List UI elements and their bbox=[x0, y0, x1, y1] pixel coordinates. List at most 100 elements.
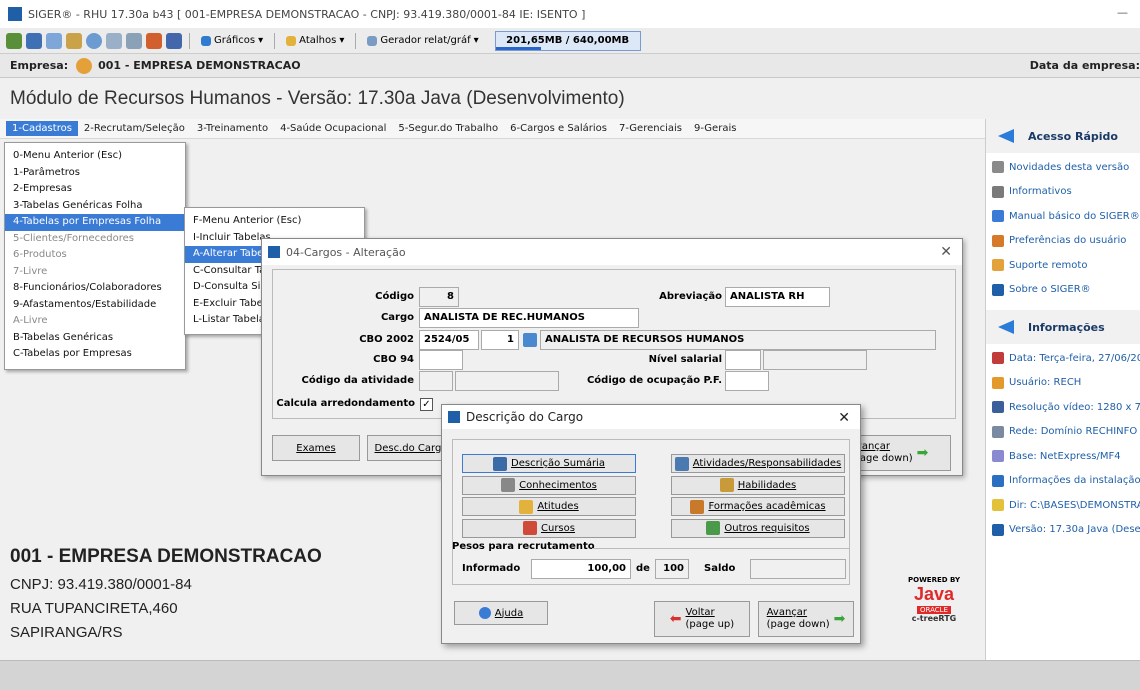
informacoes-item[interactable]: Rede: Domínio RECHINFO ( bbox=[986, 420, 1140, 445]
report-icon bbox=[367, 35, 378, 46]
saldo-field bbox=[750, 559, 846, 579]
tree-icon[interactable] bbox=[46, 32, 62, 49]
voltar-label: Voltar bbox=[685, 607, 715, 618]
cargo-field[interactable]: ANALISTA DE REC.HUMANOS bbox=[419, 308, 639, 328]
codigo-atividade-field[interactable] bbox=[419, 371, 453, 391]
informacoes-item[interactable]: Informações da instalação/a bbox=[986, 469, 1140, 494]
descricao-right-button-1[interactable]: Habilidades bbox=[671, 475, 845, 495]
cadastros-menu-item[interactable]: A-Livre bbox=[5, 313, 185, 330]
empresa-bar: Empresa: 001 - EMPRESA DEMONSTRACAO Data… bbox=[0, 54, 1140, 78]
cadastros-menu-item[interactable]: 8-Funcionários/Colaboradores bbox=[5, 280, 185, 297]
ajuda-button[interactable]: Ajuda bbox=[454, 601, 548, 625]
cadastros-menu-item[interactable]: 4-Tabelas por Empresas Folha bbox=[5, 214, 185, 231]
chat-icon[interactable] bbox=[126, 32, 142, 49]
cadastros-menu-item[interactable]: C-Tabelas por Empresas bbox=[5, 346, 185, 363]
gerador-button[interactable]: Gerador relat/gráf ▾ bbox=[363, 35, 482, 46]
cadastros-menu-item[interactable]: 9-Afastamentos/Estabilidade bbox=[5, 297, 185, 314]
cadastros-menu-item[interactable]: 0-Menu Anterior (Esc) bbox=[5, 148, 185, 165]
close-icon[interactable]: ✕ bbox=[940, 244, 952, 260]
minimize-button[interactable]: — bbox=[1117, 6, 1128, 19]
abreviacao-label: Abreviação bbox=[659, 291, 722, 302]
informado-field[interactable]: 100,00 bbox=[531, 559, 631, 579]
acesso-rapido-item[interactable]: Novidades desta versão bbox=[986, 155, 1140, 180]
acesso-rapido-item-label: Novidades desta versão bbox=[1009, 161, 1130, 173]
nivel-salarial-field[interactable] bbox=[725, 350, 761, 370]
informacoes-item-label: Usuário: RECH bbox=[1009, 377, 1082, 389]
descricao-left-button-3[interactable]: Cursos bbox=[462, 518, 636, 538]
menu-3[interactable]: 3-Treinamento bbox=[191, 121, 274, 136]
empresa-value: 001 - EMPRESA DEMONSTRACAO bbox=[98, 59, 301, 72]
descricao-left-button-0[interactable]: Descrição Sumária bbox=[462, 454, 636, 473]
informacoes-item[interactable]: Versão: 17.30a Java (Desen bbox=[986, 518, 1140, 543]
cadastros-menu-item[interactable]: B-Tabelas Genéricas bbox=[5, 330, 185, 347]
abreviacao-field[interactable]: ANALISTA RH bbox=[725, 287, 830, 307]
info-icon[interactable] bbox=[166, 32, 182, 49]
informacoes-header[interactable]: Informações bbox=[986, 310, 1140, 344]
informacoes-item[interactable]: Usuário: RECH bbox=[986, 371, 1140, 396]
menu-5[interactable]: 5-Segur.do Trabalho bbox=[392, 121, 504, 136]
users-icon[interactable] bbox=[146, 32, 162, 49]
acesso-rapido-item[interactable]: Sobre o SIGER® bbox=[986, 278, 1140, 303]
grid-icon[interactable] bbox=[66, 32, 82, 49]
exames-button[interactable]: Exames bbox=[272, 435, 360, 461]
descricao-left-button-label: Atitudes bbox=[537, 501, 579, 512]
menu-2[interactable]: 2-Recrutam/Seleção bbox=[78, 121, 191, 136]
cbo2002-field[interactable]: 2524/05 bbox=[419, 330, 479, 350]
acesso-rapido-item[interactable]: Informativos bbox=[986, 180, 1140, 205]
menu-7[interactable]: 7-Gerenciais bbox=[613, 121, 688, 136]
voltar-button[interactable]: ⬅ Voltar (page up) bbox=[654, 601, 750, 637]
search-icon[interactable] bbox=[523, 333, 537, 347]
de-field: 100 bbox=[655, 559, 689, 579]
acesso-rapido-item[interactable]: Suporte remoto bbox=[986, 253, 1140, 278]
informacoes-item[interactable]: Base: NetExpress/MF4 bbox=[986, 444, 1140, 469]
right-panel: Acesso Rápido Novidades desta versão Info… bbox=[985, 119, 1140, 660]
memory-bar bbox=[495, 46, 541, 50]
atalhos-button[interactable]: Atalhos ▾ bbox=[282, 35, 348, 46]
cadastros-menu-item[interactable]: 1-Parâmetros bbox=[5, 165, 185, 182]
acesso-rapido-list: Novidades desta versão Informativos Manual… bbox=[986, 153, 1140, 302]
cbo94-field[interactable] bbox=[419, 350, 463, 370]
close-icon[interactable]: ✕ bbox=[838, 410, 850, 426]
globe-icon[interactable] bbox=[86, 32, 102, 49]
acesso-rapido-item[interactable]: Preferências do usuário bbox=[986, 229, 1140, 254]
descricao-right-button-0[interactable]: Atividades/Responsabilidades bbox=[671, 454, 845, 473]
informacoes-title: Informações bbox=[1028, 320, 1105, 334]
cadastros-menu-item[interactable]: 6-Produtos bbox=[5, 247, 185, 264]
cadastros-menu-item[interactable]: 3-Tabelas Genéricas Folha bbox=[5, 198, 185, 215]
voltar-text: Voltar (page up) bbox=[686, 607, 735, 631]
calcula-arredondamento-checkbox[interactable]: ✓ bbox=[420, 398, 433, 411]
back-icon[interactable] bbox=[6, 32, 22, 49]
menu-1[interactable]: 1-Cadastros bbox=[6, 121, 78, 136]
window-title: SIGER® - RHU 17.30a b43 [ 001-EMPRESA DE… bbox=[28, 7, 586, 21]
arrow-left-icon bbox=[998, 129, 1014, 143]
descricao-left-button-1[interactable]: Conhecimentos bbox=[462, 475, 636, 495]
tabelas-menu-item[interactable]: F-Menu Anterior (Esc) bbox=[185, 213, 364, 230]
arrow-left-icon: ⬅ bbox=[669, 611, 682, 627]
cbo2002-seq-field[interactable]: 1 bbox=[481, 330, 519, 350]
cadastros-menu-item[interactable]: 7-Livre bbox=[5, 264, 185, 281]
menu-8[interactable]: 9-Gerais bbox=[688, 121, 742, 136]
codigo-ocupacao-field[interactable] bbox=[725, 371, 769, 391]
codigo-field[interactable]: 8 bbox=[419, 287, 459, 307]
graficos-button[interactable]: Gráficos ▾ bbox=[197, 35, 267, 46]
calcula-arredondamento-label: Calcula arredondamento bbox=[276, 398, 415, 409]
avancar-button[interactable]: Avançar (page down) ➡ bbox=[758, 601, 854, 637]
save-icon[interactable] bbox=[26, 32, 42, 49]
cadastros-menu-item[interactable]: 5-Clientes/Fornecedores bbox=[5, 231, 185, 248]
informacoes-item[interactable]: Resolução vídeo: 1280 x 72 bbox=[986, 395, 1140, 420]
cursos-icon bbox=[523, 521, 537, 535]
informacoes-item[interactable]: Data: Terça-feira, 27/06/20 bbox=[986, 346, 1140, 371]
acesso-rapido-item-label: Sobre o SIGER® bbox=[1009, 284, 1091, 296]
descricao-left-button-2[interactable]: Atitudes bbox=[462, 497, 636, 516]
informacoes-item[interactable]: Dir: C:\BASES\DEMONSTRA bbox=[986, 493, 1140, 518]
menu-4[interactable]: 4-Saúde Ocupacional bbox=[274, 121, 392, 136]
descricao-dialog-titlebar: Descrição do Cargo ✕ bbox=[442, 405, 860, 429]
mail-icon[interactable] bbox=[106, 32, 122, 49]
acesso-rapido-header[interactable]: Acesso Rápido bbox=[986, 119, 1140, 153]
menu-6[interactable]: 6-Cargos e Salários bbox=[504, 121, 613, 136]
descricao-right-button-2[interactable]: Formações acadêmicas bbox=[671, 497, 845, 516]
acesso-rapido-item[interactable]: Manual básico do SIGER® bbox=[986, 204, 1140, 229]
descricao-right-button-3[interactable]: Outros requisitos bbox=[671, 518, 845, 538]
info-icon bbox=[992, 450, 1004, 463]
cadastros-menu-item[interactable]: 2-Empresas bbox=[5, 181, 185, 198]
